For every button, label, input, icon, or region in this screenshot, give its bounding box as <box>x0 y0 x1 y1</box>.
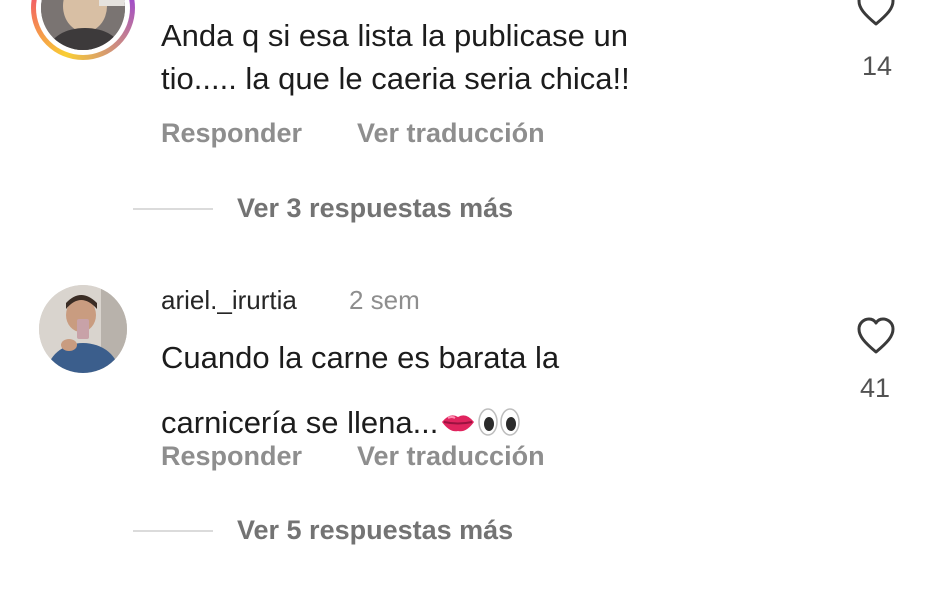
comment-text: Anda q si esa lista la publicase un tio.… <box>161 14 630 100</box>
translate-button[interactable]: Ver traducción <box>357 441 545 472</box>
heart-outline-icon[interactable] <box>856 0 896 30</box>
reply-button[interactable]: Responder <box>161 118 302 149</box>
avatar-story-ring[interactable] <box>31 0 135 60</box>
replies-divider <box>133 208 213 210</box>
view-replies-button[interactable]: Ver 5 respuestas más <box>237 515 513 546</box>
lips-emoji-icon <box>442 415 475 432</box>
username[interactable]: ariel._irurtia <box>161 285 297 316</box>
reply-button[interactable]: Responder <box>161 441 302 472</box>
replies-divider <box>133 530 213 532</box>
like-count: 41 <box>859 373 891 403</box>
like-count: 14 <box>861 51 893 81</box>
timestamp: 2 sem <box>349 285 420 315</box>
view-replies-button[interactable]: Ver 3 respuestas más <box>237 193 513 224</box>
comment-text-fragment: carnicería se llena... <box>161 404 439 440</box>
comment-text-line: tio..... la que le caeria seria chica!! <box>161 61 630 96</box>
translate-button[interactable]: Ver traducción <box>357 118 545 149</box>
avatar[interactable] <box>39 285 127 373</box>
comment-1: Anda q si esa lista la publicase un tio.… <box>0 0 945 240</box>
comment-text-line: Anda q si esa lista la publicase un <box>161 18 629 53</box>
comment-text-line: Cuando la carne es barata la <box>161 340 560 375</box>
avatar-photo <box>39 285 127 373</box>
comment-2: ariel._irurtia 2 sem Cuando la carne es … <box>0 270 945 605</box>
heart-outline-icon[interactable] <box>856 317 896 357</box>
eyes-emoji-icon <box>478 408 521 436</box>
